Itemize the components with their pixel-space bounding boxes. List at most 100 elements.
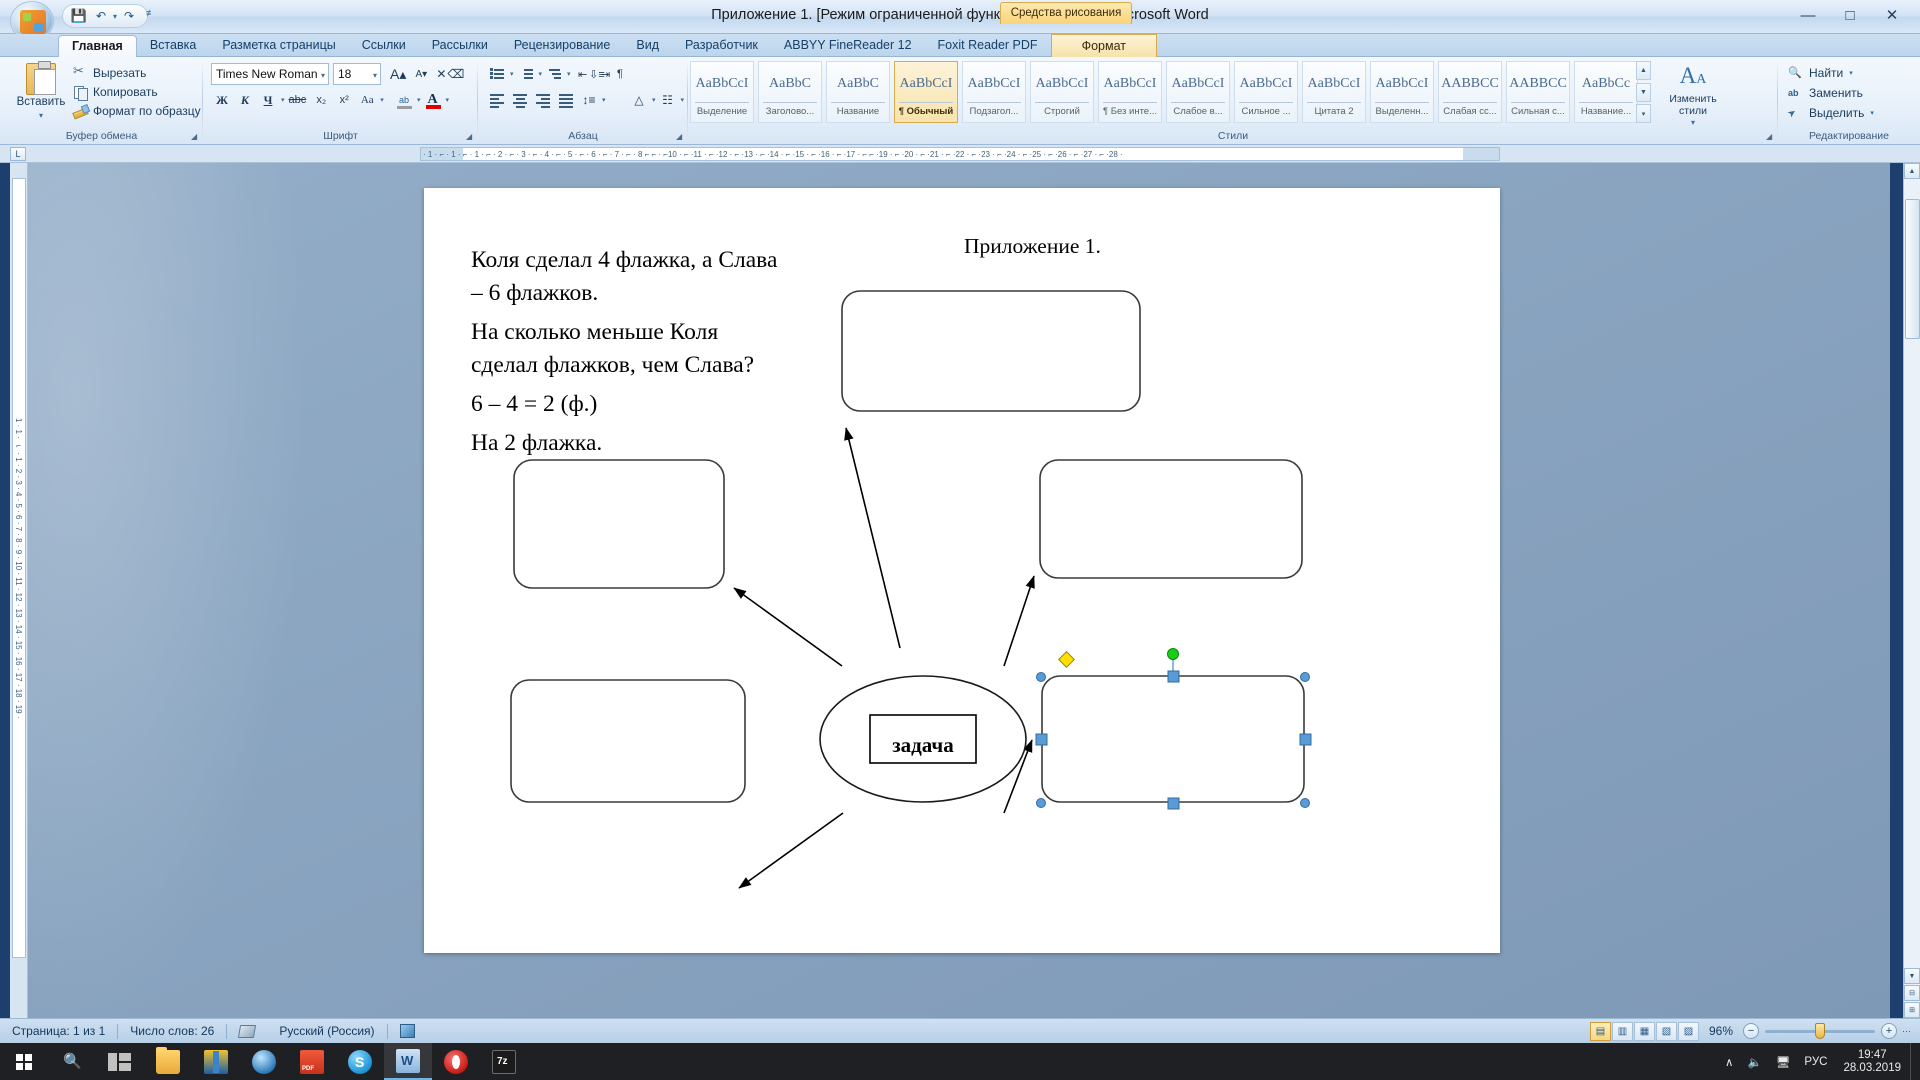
connector-to-left-upper[interactable]: [733, 587, 843, 667]
format-painter-button[interactable]: Формат по образцу: [72, 101, 201, 120]
style-item-0[interactable]: AaBbCcI Выделение: [690, 61, 754, 123]
paste-button[interactable]: Вставить ▾: [14, 61, 68, 123]
tab-1[interactable]: Вставка: [137, 34, 209, 57]
rounded-rect-top[interactable]: [841, 290, 1141, 412]
chevron-down-icon[interactable]: ▾: [373, 71, 377, 80]
opera-taskbar-button[interactable]: [432, 1043, 480, 1080]
handle-bottom-center[interactable]: [1167, 797, 1180, 810]
handle-top-right[interactable]: [1300, 672, 1310, 682]
clipboard-dialog-launcher[interactable]: ◢: [191, 132, 200, 141]
word-taskbar-button[interactable]: [384, 1043, 432, 1080]
font-size-input[interactable]: 18 ▾: [333, 63, 381, 85]
zoom-thumb[interactable]: [1815, 1022, 1825, 1039]
styles-scroll-up-icon[interactable]: ▲: [1636, 61, 1651, 80]
editing-select[interactable]: Выделить ▾: [1788, 103, 1874, 123]
zoom-out-button[interactable]: −: [1743, 1023, 1759, 1039]
status-language[interactable]: Русский (Россия): [267, 1022, 386, 1040]
style-item-13[interactable]: AaBbCc Название...: [1574, 61, 1638, 123]
volume-icon[interactable]: 🔈: [1740, 1043, 1768, 1080]
numbering-dropdown-icon[interactable]: ▾: [539, 70, 543, 78]
zoom-in-button[interactable]: +: [1881, 1023, 1897, 1039]
resize-grip-icon[interactable]: ⋯: [1902, 1026, 1914, 1037]
rotate-handle[interactable]: [1167, 648, 1179, 660]
style-item-9[interactable]: AaBbCcI Цитата 2: [1302, 61, 1366, 123]
style-item-11[interactable]: AABBCC Слабая сс...: [1438, 61, 1502, 123]
strikethrough-button[interactable]: abc: [286, 89, 310, 111]
print-layout-view[interactable]: ▤: [1590, 1021, 1611, 1041]
rounded-rect-right-lower[interactable]: [1041, 675, 1305, 803]
document-page[interactable]: Приложение 1. Коля сделал 4 флажка, а Сл…: [424, 188, 1500, 953]
editing-replace[interactable]: Заменить: [1788, 83, 1874, 103]
connector-to-top[interactable]: [844, 427, 901, 649]
chevron-down-icon[interactable]: ▾: [1870, 109, 1874, 117]
align-left-icon[interactable]: [486, 89, 508, 111]
style-item-8[interactable]: AaBbCcI Сильное ...: [1234, 61, 1298, 123]
superscript-button[interactable]: x²: [333, 89, 355, 111]
style-item-7[interactable]: AaBbCcI Слабое в...: [1166, 61, 1230, 123]
underline-button[interactable]: Ч: [257, 89, 279, 111]
network-icon[interactable]: 🖥: [1769, 1043, 1798, 1080]
style-item-5[interactable]: AaBbCcI Строгий: [1030, 61, 1094, 123]
handle-top-left[interactable]: [1036, 672, 1046, 682]
tray-chevron-icon[interactable]: ∧: [1718, 1043, 1740, 1080]
multilevel-list-icon[interactable]: [543, 63, 565, 85]
tab-0[interactable]: Главная: [58, 35, 137, 58]
search-taskbar-button[interactable]: [48, 1043, 96, 1080]
status-word-count[interactable]: Число слов: 26: [118, 1022, 226, 1040]
chevron-down-icon[interactable]: ▾: [321, 71, 325, 80]
font-name-input[interactable]: Times New Roman ▾: [211, 63, 329, 85]
font-color-dropdown-icon[interactable]: ▾: [446, 96, 450, 104]
handle-bottom-left[interactable]: [1036, 798, 1046, 808]
shading-icon[interactable]: △: [628, 89, 650, 111]
next-page-icon[interactable]: ⊞: [1904, 1002, 1920, 1018]
connector-to-right-upper[interactable]: [1003, 575, 1035, 667]
styles-more-icon[interactable]: ▾: [1636, 104, 1651, 123]
justify-icon[interactable]: [555, 89, 577, 111]
minimize-button[interactable]: —: [1788, 3, 1828, 27]
scrollbar-thumb[interactable]: [1905, 199, 1920, 339]
7zip-taskbar-button[interactable]: [480, 1043, 528, 1080]
italic-button[interactable]: К: [234, 89, 256, 111]
multilevel-dropdown-icon[interactable]: ▾: [567, 70, 571, 78]
horizontal-ruler[interactable]: L · 1 · ⌐ · 1 · ⌐ · 1 · ⌐ · 2 · ⌐ · 3 · …: [0, 145, 1920, 163]
vertical-ruler[interactable]: 1 · 1 · ⌐ · 1 · 2 · 3 · 4 · 5 · 6 · 7 · …: [10, 163, 28, 1018]
tab-4[interactable]: Рассылки: [419, 34, 501, 57]
scroll-down-icon[interactable]: ▼: [1904, 968, 1920, 984]
change-case-button[interactable]: Aa: [356, 89, 378, 111]
bold-button[interactable]: Ж: [211, 89, 233, 111]
editing-find[interactable]: Найти ▾: [1788, 63, 1874, 83]
change-case-dropdown-icon[interactable]: ▾: [380, 96, 384, 104]
connector-to-left-lower[interactable]: [738, 812, 844, 889]
style-item-2[interactable]: AaBbC Название: [826, 61, 890, 123]
skype-taskbar-button[interactable]: [336, 1043, 384, 1080]
zoom-level-label[interactable]: 96%: [1704, 1024, 1738, 1038]
scroll-up-icon[interactable]: ▲: [1904, 163, 1920, 179]
rounded-rect-left-lower[interactable]: [510, 679, 746, 803]
styles-dialog-launcher[interactable]: ◢: [1766, 132, 1775, 141]
sort-icon[interactable]: ⇩≡: [586, 63, 608, 85]
web-layout-view[interactable]: ▦: [1634, 1021, 1655, 1041]
adjust-handle[interactable]: [1058, 651, 1075, 668]
font-dialog-launcher[interactable]: ◢: [466, 132, 475, 141]
handle-middle-left[interactable]: [1035, 733, 1048, 746]
borders-icon[interactable]: ☷: [657, 89, 679, 111]
language-indicator[interactable]: РУС: [1797, 1043, 1834, 1080]
line-spacing-icon[interactable]: ↕≡: [578, 89, 600, 111]
grow-font-button[interactable]: A▴: [387, 63, 409, 85]
align-right-icon[interactable]: [532, 89, 554, 111]
style-item-1[interactable]: AaBbC Заголово...: [758, 61, 822, 123]
vertical-scrollbar[interactable]: ▲ ▼ ⊟ ⊞: [1903, 163, 1920, 1018]
cut-button[interactable]: Вырезать: [72, 63, 201, 82]
chevron-down-icon[interactable]: ▾: [14, 111, 68, 120]
tab-9[interactable]: Foxit Reader PDF: [925, 34, 1051, 57]
tab-stop-selector[interactable]: L: [10, 147, 26, 161]
draft-view[interactable]: ▨: [1678, 1021, 1699, 1041]
text-highlight-icon[interactable]: ab: [393, 89, 415, 111]
tab-7[interactable]: Разработчик: [672, 34, 771, 57]
record-macro-icon[interactable]: [388, 1022, 427, 1040]
outline-view[interactable]: ▧: [1656, 1021, 1677, 1041]
handle-top-center[interactable]: [1167, 670, 1180, 683]
maximize-button[interactable]: □: [1830, 3, 1870, 27]
zoom-slider[interactable]: − +: [1743, 1022, 1897, 1039]
align-center-icon[interactable]: [509, 89, 531, 111]
